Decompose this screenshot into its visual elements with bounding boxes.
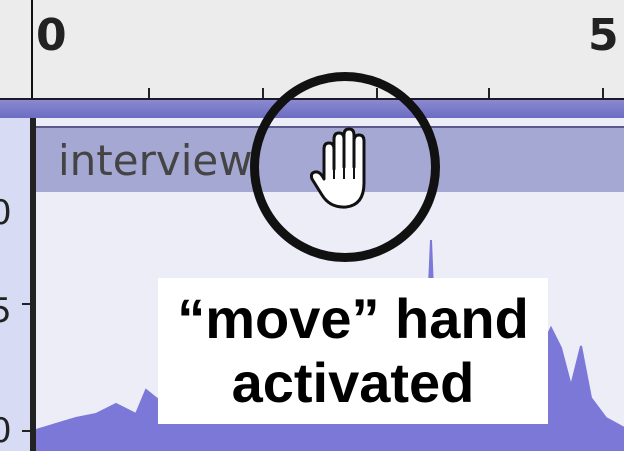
ruler-label-0: 0 (36, 10, 67, 61)
ruler-label-5: 5 (588, 10, 619, 61)
ruler-origin-line (31, 0, 33, 100)
scale-label: 0 (0, 411, 12, 451)
hand-move-icon (310, 127, 366, 209)
annotation-label: “move” hand activated (158, 278, 548, 424)
clip-name: interview (58, 136, 253, 185)
scale-label: 0 (0, 193, 12, 233)
vertical-scale: 0 5 0 (0, 118, 32, 451)
scale-tick (22, 303, 30, 305)
scale-label: 5 (0, 291, 12, 331)
annotation-line-1: “move” hand (177, 287, 529, 350)
annotation-line-2: activated (231, 351, 475, 414)
scale-tick (22, 430, 30, 432)
